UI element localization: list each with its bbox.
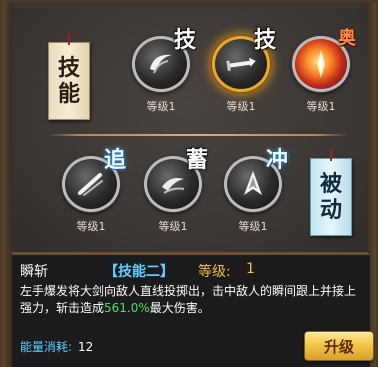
frame-left-edge — [2, 2, 12, 367]
skill-slot-6[interactable]: 冲 等级1 — [216, 142, 290, 234]
energy-label: 能量消耗: — [20, 340, 73, 354]
skill-level: 等级1 — [238, 220, 268, 233]
skill-char: 冲 — [265, 147, 288, 173]
skill-level: 等级1 — [158, 220, 188, 233]
skill-info-panel: 瞬斩 【技能二】 等级: 1 左手爆发将大剑向敌人直线投掷出，击中敌人的瞬间跟上… — [12, 254, 374, 367]
skill-char: 追 — [103, 147, 126, 173]
chase-slash-icon — [78, 173, 103, 196]
sword-thrust-icon — [226, 57, 256, 71]
level-value: 1 — [246, 261, 255, 277]
skill-name: 瞬斩 — [20, 264, 48, 280]
energy-cost: 能量消耗: 12 — [20, 338, 93, 355]
skill-level: 等级1 — [226, 100, 256, 113]
energy-value: 12 — [78, 340, 94, 354]
skill-level: 等级1 — [146, 100, 176, 113]
active-tag-char-1: 技 — [57, 55, 80, 81]
upgrade-button[interactable]: 升级 — [304, 331, 374, 361]
skill-tree-panel: 技 能 技 等级1 技 等级1 奥 等级1 追 等级1 蓄 等级1 冲 等级1 … — [12, 8, 368, 254]
active-skills-tag: 技 能 — [48, 42, 90, 120]
level-label: 等级: — [198, 264, 231, 280]
skill-slot-label: 【技能二】 — [104, 264, 174, 280]
crescent-slash-icon — [150, 54, 172, 74]
desc-damage-value: 561.0% — [104, 301, 150, 315]
skill-level: 等级1 — [306, 100, 336, 113]
passive-skills-tag: 被 动 — [310, 158, 352, 236]
skill-slot-3[interactable]: 奥 等级1 — [284, 22, 358, 114]
passive-tag-char-2: 动 — [319, 197, 342, 223]
skill-char: 奥 — [338, 28, 356, 49]
charge-swirl-icon — [162, 178, 185, 194]
desc-text-2: 最大伤害。 — [149, 301, 210, 315]
skill-char: 技 — [173, 27, 196, 53]
skill-slot-2[interactable]: 技 等级1 — [204, 22, 278, 114]
active-tag-char-2: 能 — [57, 81, 80, 107]
skill-level: 等级1 — [76, 220, 106, 233]
skill-window: 技 能 技 等级1 技 等级1 奥 等级1 追 等级1 蓄 等级1 冲 等级1 … — [0, 0, 378, 367]
dash-strike-icon — [244, 171, 262, 195]
skill-char: 蓄 — [185, 147, 208, 173]
skill-slot-5[interactable]: 蓄 等级1 — [136, 142, 210, 234]
fire-blade-icon — [317, 50, 325, 78]
passive-tag-char-1: 被 — [319, 171, 342, 197]
skill-char: 技 — [253, 27, 276, 53]
skill-slot-1[interactable]: 技 等级1 — [124, 22, 198, 114]
skill-slot-4[interactable]: 追 等级1 — [54, 142, 128, 234]
skill-description: 左手爆发将大剑向敌人直线投掷出，击中敌人的瞬间跟上并接上强力，斩击造成561.0… — [20, 283, 364, 317]
section-divider — [48, 134, 348, 136]
